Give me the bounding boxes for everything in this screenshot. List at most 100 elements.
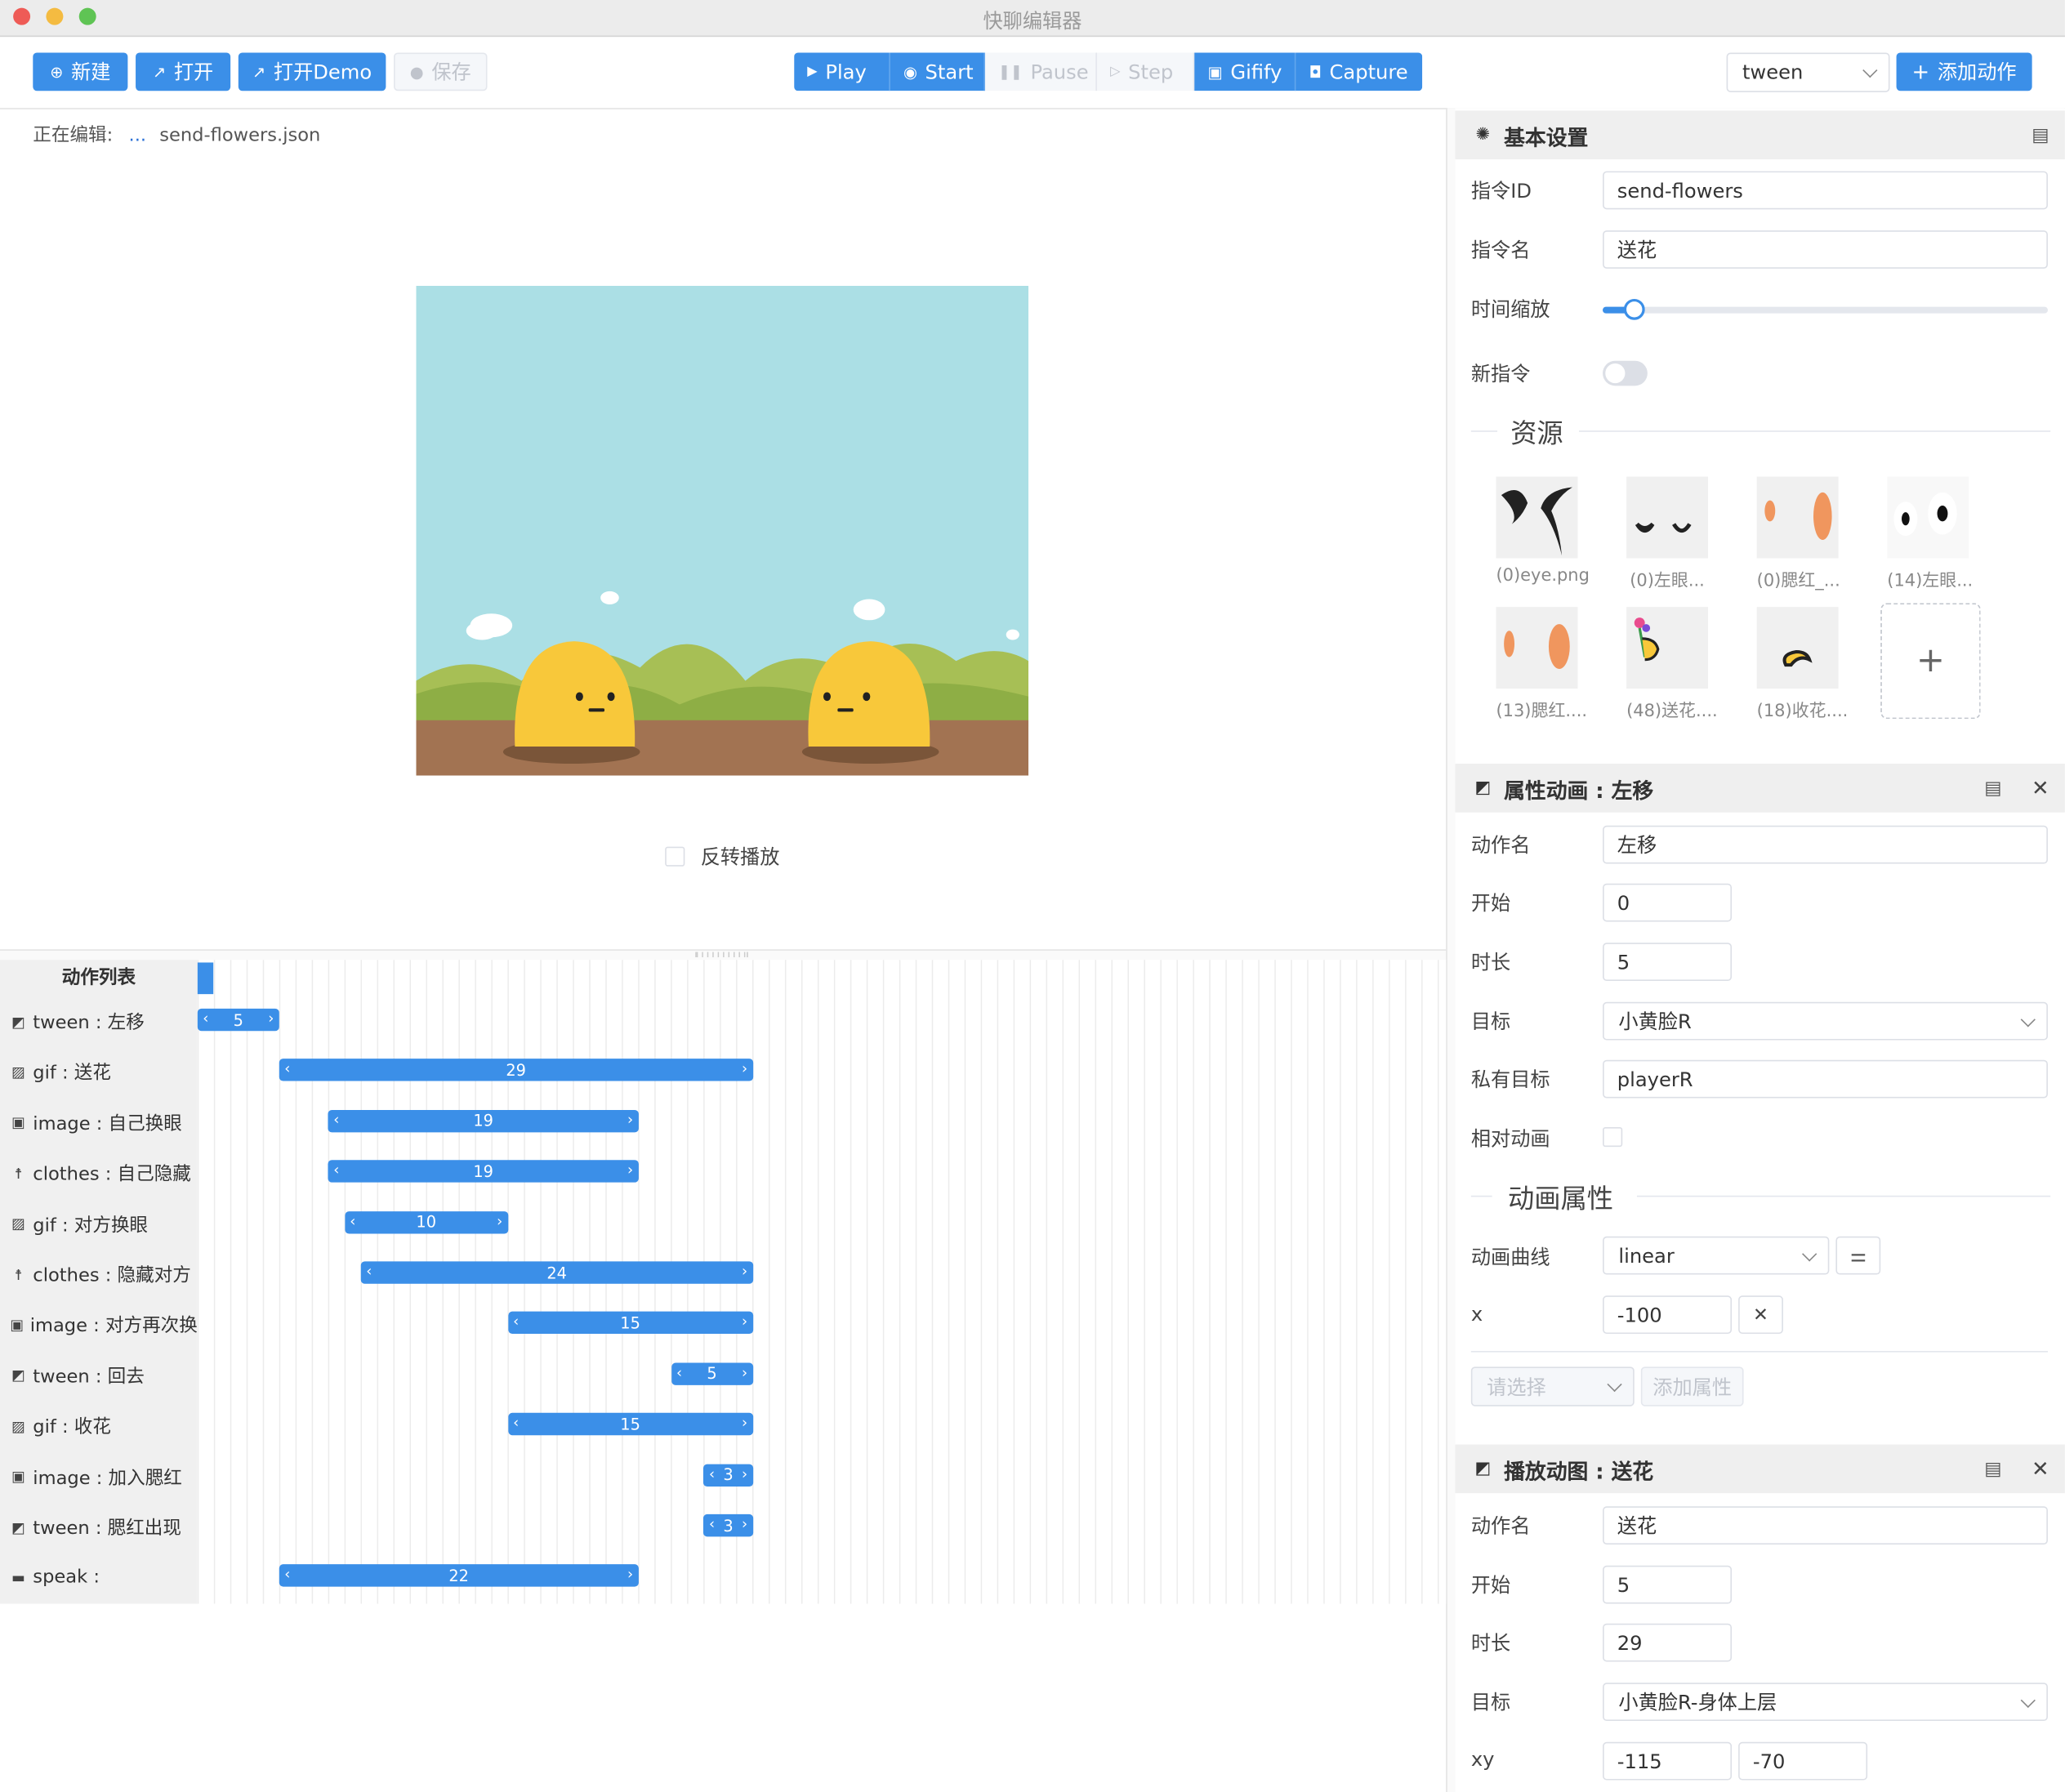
action-row[interactable]: ◩ tween : 回去 — [0, 1351, 198, 1401]
resize-right-handle[interactable]: › — [742, 1261, 747, 1283]
timeline-bar[interactable]: ‹ 3 › — [703, 1513, 753, 1537]
action-row[interactable]: ▣ image : 对方再次换 — [0, 1300, 198, 1350]
time-scale-slider[interactable] — [1603, 298, 2048, 320]
document-icon[interactable]: ▤ — [1984, 1458, 2001, 1479]
resource-item[interactable]: (0)eye.png — [1496, 476, 1590, 586]
curve-editor-button[interactable]: ⚌ — [1835, 1236, 1881, 1275]
new-command-toggle[interactable] — [1603, 360, 1648, 386]
resize-left-handle[interactable]: ‹ — [366, 1261, 372, 1283]
timeline-grid[interactable]: ‹ 5 › ‹ 29 › ‹ 19 › ‹ 19 › ‹ 10 › ‹ 24 › ‹ 15 › ‹ 5 › ‹ 15 › ‹ 3 › ‹ 3 ›… — [197, 960, 1447, 1604]
command-name-field[interactable]: 送花 — [1603, 230, 2048, 269]
timeline-bar[interactable]: ‹ 15 › — [507, 1312, 753, 1335]
resize-left-handle[interactable]: ‹ — [350, 1210, 355, 1233]
start-button[interactable]: ◉ Start — [890, 52, 985, 91]
resize-left-handle[interactable]: ‹ — [709, 1514, 715, 1536]
resize-left-handle[interactable]: ‹ — [676, 1362, 682, 1384]
gifify-button[interactable]: ▣ Gifify — [1194, 52, 1296, 91]
timeline-bar[interactable]: ‹ 29 › — [279, 1059, 753, 1082]
document-icon[interactable]: ▤ — [1984, 778, 2001, 799]
resize-right-handle[interactable]: › — [742, 1362, 747, 1384]
private-target-field[interactable]: playerR — [1603, 1059, 2048, 1099]
resource-item[interactable]: (0)腮红_... — [1756, 476, 1840, 591]
open-button[interactable]: ↗ 打开 — [136, 52, 231, 91]
curve-select[interactable]: linear — [1603, 1236, 1830, 1275]
resize-left-handle[interactable]: ‹ — [284, 1565, 290, 1587]
pause-button[interactable]: ❚❚ Pause — [984, 52, 1097, 91]
step-button[interactable]: ▷ Step — [1096, 52, 1195, 91]
document-icon[interactable]: ▤ — [2032, 124, 2049, 145]
action-row[interactable]: ▨ gif : 送花 — [0, 1047, 198, 1097]
timeline-bar[interactable]: ‹ 19 › — [328, 1160, 639, 1183]
basic-settings-header[interactable]: ✺ 基本设置 ▤ — [1455, 110, 2065, 160]
resource-item[interactable]: (14)左眼... — [1887, 476, 1973, 591]
action-row[interactable]: ◩ tween : 腮红出现 — [0, 1502, 198, 1552]
vertical-splitter[interactable] — [1446, 108, 1456, 1792]
resize-right-handle[interactable]: › — [742, 1059, 747, 1081]
timeline-bar[interactable]: ‹ 3 › — [703, 1464, 753, 1487]
resource-item[interactable]: (0)左眼... — [1626, 476, 1709, 591]
resize-right-handle[interactable]: › — [627, 1161, 633, 1183]
add-resource-button[interactable]: + — [1880, 603, 1981, 720]
timeline-bar[interactable]: ‹ 5 › — [197, 1008, 279, 1032]
resize-right-handle[interactable]: › — [742, 1464, 747, 1486]
close-icon[interactable]: ✕ — [2032, 776, 2049, 801]
resource-item[interactable]: (13)腮红.... — [1496, 607, 1587, 721]
resource-item[interactable]: (18)收花.... — [1756, 607, 1848, 721]
save-button[interactable]: ● 保存 — [394, 52, 488, 91]
gif-duration-field[interactable]: 29 — [1603, 1623, 1733, 1662]
play-button[interactable]: ▶ Play — [794, 52, 890, 91]
start-field[interactable]: 0 — [1603, 883, 1733, 922]
resize-right-handle[interactable]: › — [497, 1210, 502, 1233]
action-row[interactable]: ▣ image : 加入腮红 — [0, 1451, 198, 1501]
gif-panel-header[interactable]: ◩ 播放动图 : 送花 ▤ ✕ — [1455, 1444, 2065, 1494]
gif-start-field[interactable]: 5 — [1603, 1565, 1733, 1604]
file-path-toggle[interactable]: ... — [129, 125, 147, 146]
close-icon[interactable]: ✕ — [2032, 1456, 2049, 1482]
resize-right-handle[interactable]: › — [627, 1565, 633, 1587]
remove-property-button[interactable]: ✕ — [1738, 1295, 1783, 1335]
target-select[interactable]: 小黄脸R — [1603, 1001, 2048, 1041]
resize-right-handle[interactable]: › — [742, 1413, 747, 1435]
timeline-bar[interactable]: ‹ 24 › — [360, 1261, 753, 1284]
property-select[interactable]: 请选择 — [1470, 1366, 1635, 1406]
open-demo-button[interactable]: ↗ 打开Demo — [238, 52, 386, 91]
action-row[interactable]: ▬ speak : — [0, 1553, 198, 1603]
new-button[interactable]: ⊕ 新建 — [33, 52, 128, 91]
action-row[interactable]: ▨ gif : 对方换眼 — [0, 1199, 198, 1249]
relative-animation-checkbox[interactable] — [1603, 1126, 1623, 1148]
gif-x-field[interactable]: -115 — [1603, 1741, 1733, 1781]
add-action-button[interactable]: + 添加动作 — [1896, 52, 2032, 91]
resize-right-handle[interactable]: › — [627, 1110, 633, 1132]
resize-left-handle[interactable]: ‹ — [284, 1059, 290, 1081]
timeline-bar[interactable]: ‹ 22 › — [279, 1564, 639, 1588]
resize-left-handle[interactable]: ‹ — [513, 1413, 519, 1435]
resize-left-handle[interactable]: ‹ — [709, 1464, 715, 1486]
duration-field[interactable]: 5 — [1603, 943, 1733, 982]
timeline-bar[interactable]: ‹ 19 › — [328, 1109, 639, 1133]
resize-left-handle[interactable]: ‹ — [203, 1009, 208, 1031]
command-id-field[interactable]: send-flowers — [1603, 171, 2048, 210]
x-value-field[interactable]: -100 — [1603, 1295, 1733, 1335]
resource-item[interactable]: (48)送花.... — [1626, 607, 1718, 721]
resize-right-handle[interactable]: › — [742, 1514, 747, 1536]
add-property-button[interactable]: 添加属性 — [1640, 1366, 1744, 1406]
resize-right-handle[interactable]: › — [268, 1009, 274, 1031]
action-name-field[interactable]: 左移 — [1603, 825, 2048, 864]
gif-target-select[interactable]: 小黄脸R-身体上层 — [1603, 1683, 2048, 1722]
timeline-bar[interactable]: ‹ 5 › — [671, 1362, 753, 1385]
action-type-select[interactable]: tween — [1726, 52, 1890, 92]
timeline-bar[interactable]: ‹ 10 › — [344, 1210, 508, 1233]
reverse-play-checkbox[interactable] — [665, 846, 685, 867]
action-row[interactable]: ☨ clothes : 自己隐藏 — [0, 1148, 198, 1198]
resize-left-handle[interactable]: ‹ — [333, 1161, 339, 1183]
resize-right-handle[interactable]: › — [742, 1312, 747, 1334]
resize-left-handle[interactable]: ‹ — [513, 1312, 519, 1334]
action-row[interactable]: ▣ image : 自己换眼 — [0, 1098, 198, 1148]
action-row[interactable]: ◩ tween : 左移 — [0, 996, 198, 1046]
timeline-bar[interactable]: ‹ 15 › — [507, 1413, 753, 1436]
action-row[interactable]: ☨ clothes : 隐藏对方 — [0, 1250, 198, 1299]
reverse-play-option[interactable]: 反转播放 — [665, 843, 779, 871]
slider-handle[interactable] — [1623, 298, 1645, 320]
gif-y-field[interactable]: -70 — [1738, 1741, 1868, 1781]
tween-panel-header[interactable]: ◩ 属性动画 : 左移 ▤ ✕ — [1455, 764, 2065, 813]
